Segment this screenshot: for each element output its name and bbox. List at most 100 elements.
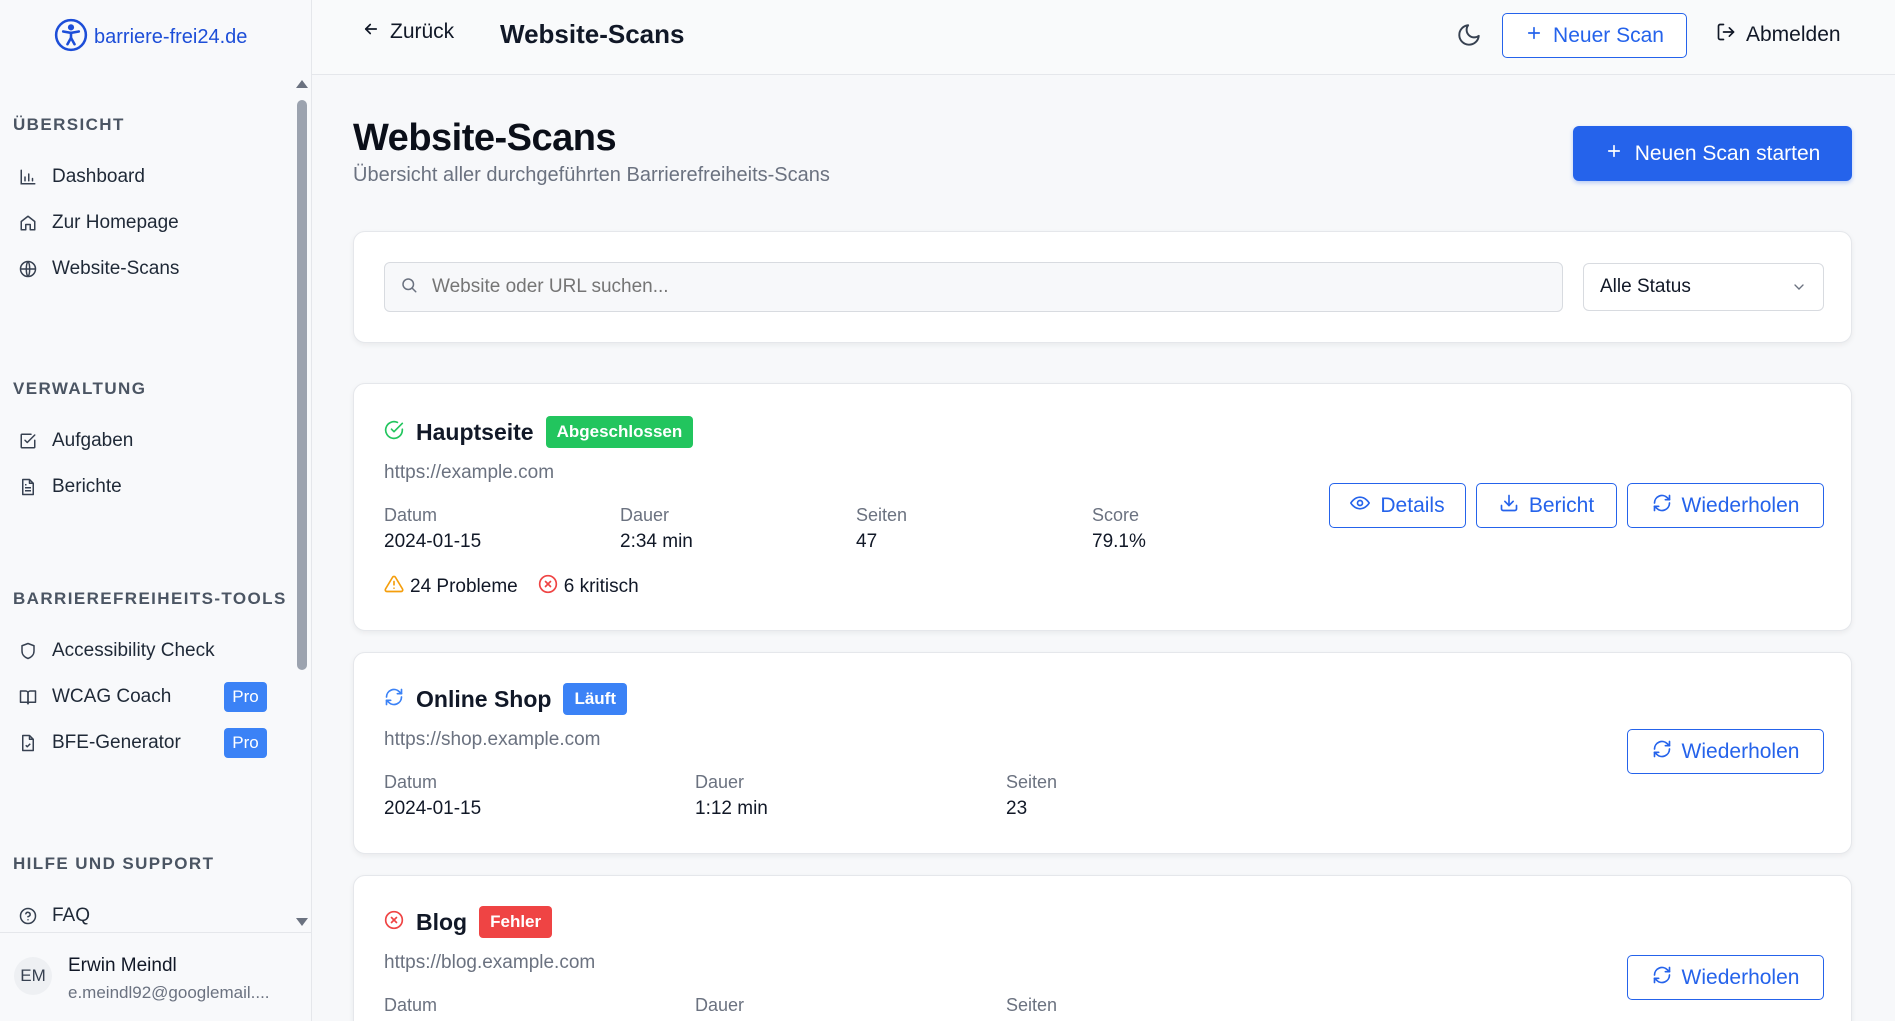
moon-icon[interactable]: [1456, 22, 1482, 53]
scan-name: Blog: [416, 908, 468, 935]
critical-label: 6 kritisch: [563, 576, 639, 597]
user-name: Erwin Meindl: [68, 955, 177, 976]
refresh-icon: [1652, 965, 1672, 991]
date-label: Datum: [384, 772, 438, 792]
home-icon: [18, 213, 38, 233]
sidebar-item-website-scans[interactable]: Website-Scans: [0, 246, 290, 292]
sidebar-item-homepage[interactable]: Zur Homepage: [0, 200, 290, 246]
back-label: Zurück: [390, 20, 455, 43]
sidebar-item-aufgaben[interactable]: Aufgaben: [0, 418, 290, 464]
globe-icon: [18, 259, 38, 279]
refresh-icon: [1652, 739, 1672, 765]
repeat-button[interactable]: Wiederholen: [1627, 729, 1824, 774]
repeat-button[interactable]: Wiederholen: [1627, 955, 1824, 1000]
plus-icon: [1605, 142, 1623, 166]
duration-label: Dauer: [695, 995, 745, 1015]
refresh-icon: [1652, 493, 1672, 519]
date-label: Datum: [384, 995, 438, 1015]
shield-icon: [18, 641, 38, 661]
scrollbar-thumb[interactable]: [297, 100, 307, 670]
logo[interactable]: barriere-frei24.de: [54, 18, 247, 57]
start-scan-label: Neuen Scan starten: [1634, 141, 1821, 165]
refresh-icon: [384, 687, 404, 712]
pages-value: 47: [856, 531, 878, 552]
repeat-label: Wiederholen: [1681, 739, 1800, 763]
date-label: Datum: [384, 505, 438, 525]
details-label: Details: [1380, 493, 1445, 517]
status-filter-value: Alle Status: [1600, 276, 1691, 297]
logo-text: barriere-frei24.de: [94, 26, 248, 48]
scroll-down-arrow-icon[interactable]: [296, 918, 308, 926]
sidebar-item-label: Berichte: [52, 476, 122, 497]
sidebar-item-label: BFE-Generator: [52, 732, 181, 753]
check-circle-icon: [384, 420, 404, 445]
sidebar-item-berichte[interactable]: Berichte: [0, 464, 290, 510]
warning-triangle-icon: [384, 574, 404, 600]
scan-name: Online Shop: [416, 685, 552, 712]
logout-label: Abmelden: [1746, 23, 1841, 46]
scan-url: https://example.com: [384, 462, 555, 483]
report-label: Bericht: [1528, 493, 1595, 517]
sidebar-item-label: Aufgaben: [52, 430, 134, 451]
duration-label: Dauer: [620, 505, 670, 525]
scan-name: Hauptseite: [416, 418, 534, 445]
x-circle-icon: [538, 574, 558, 600]
top-bar: Zurück Website-Scans Neuer Scan Abmelden: [312, 0, 1895, 75]
download-icon: [1499, 493, 1519, 519]
filter-card: Alle Status: [353, 231, 1852, 343]
section-title-uebersicht: ÜBERSICHT: [13, 115, 125, 134]
avatar: EM: [14, 957, 52, 995]
date-value: 2024-01-15: [384, 531, 482, 552]
search-input[interactable]: [432, 276, 1532, 298]
start-scan-button[interactable]: Neuen Scan starten: [1573, 126, 1852, 181]
user-email: e.meindl92@googlemail....: [68, 983, 270, 1002]
sidebar-nav: ÜBERSICHT Dashboard Zur Homepage Website…: [0, 78, 298, 928]
back-button[interactable]: Zurück: [362, 20, 454, 44]
status-badge: Abgeschlossen: [545, 416, 694, 448]
date-value: 2024-01-15: [384, 798, 482, 819]
score-value: 79.1%: [1092, 531, 1146, 552]
sidebar-item-accessibility-check[interactable]: Accessibility Check: [0, 628, 290, 674]
sidebar: barriere-frei24.de ÜBERSICHT Dashboard Z…: [0, 0, 312, 1021]
duration-label: Dauer: [695, 772, 745, 792]
user-profile[interactable]: EM Erwin Meindl e.meindl92@googlemail...…: [0, 932, 311, 1021]
section-title-tools: BARRIEREFREIHEITS-TOOLS: [13, 589, 287, 608]
repeat-label: Wiederholen: [1681, 493, 1800, 517]
logout-button[interactable]: Abmelden: [1716, 22, 1841, 48]
sidebar-item-label: Accessibility Check: [52, 640, 215, 661]
page-subtitle: Übersicht aller durchgeführten Barrieref…: [353, 164, 830, 186]
book-icon: [18, 687, 38, 707]
section-title-hilfe: HILFE UND SUPPORT: [13, 854, 215, 873]
pages-value: 23: [1006, 798, 1028, 819]
score-label: Score: [1092, 505, 1140, 525]
status-filter-select[interactable]: Alle Status: [1583, 263, 1824, 311]
scan-url: https://shop.example.com: [384, 729, 601, 750]
pages-label: Seiten: [1006, 995, 1058, 1015]
problems-count: 24 Probleme: [384, 574, 518, 600]
scroll-up-arrow-icon[interactable]: [296, 80, 308, 88]
sidebar-item-dashboard[interactable]: Dashboard: [0, 154, 290, 200]
issue-summary: 24 Probleme 6 kritisch: [384, 574, 639, 600]
section-title-verwaltung: VERWALTUNG: [13, 379, 147, 398]
sidebar-item-label: Zur Homepage: [52, 212, 179, 233]
scan-header: Blog Fehler: [384, 906, 553, 938]
new-scan-button[interactable]: Neuer Scan: [1502, 13, 1687, 58]
sidebar-item-faq[interactable]: FAQ: [0, 893, 290, 928]
search-field[interactable]: [384, 262, 1563, 312]
status-badge: Läuft: [563, 683, 627, 715]
search-icon: [400, 276, 418, 299]
details-button[interactable]: Details: [1329, 483, 1466, 528]
problems-label: 24 Probleme: [410, 576, 518, 597]
report-button[interactable]: Bericht: [1476, 483, 1617, 528]
repeat-button[interactable]: Wiederholen: [1627, 483, 1824, 528]
pages-label: Seiten: [856, 505, 908, 525]
scan-card: Blog Fehler https://blog.example.com Dat…: [353, 875, 1852, 1021]
page-title: Website-Scans: [353, 117, 617, 159]
header-title: Website-Scans: [500, 19, 685, 49]
checkbox-icon: [18, 431, 38, 451]
logout-icon: [1716, 22, 1736, 48]
eye-icon: [1350, 493, 1371, 519]
scan-card: Hauptseite Abgeschlossen https://example…: [353, 383, 1852, 631]
bar-chart-icon: [18, 167, 38, 187]
arrow-left-icon: [362, 20, 380, 44]
